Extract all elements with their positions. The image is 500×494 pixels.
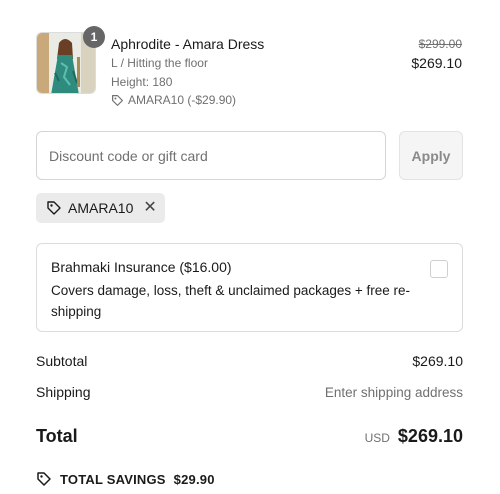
product-variant: L / Hitting the floor bbox=[111, 56, 208, 70]
shipping-value: Enter shipping address bbox=[324, 384, 463, 400]
cart-line-item: 1 Aphrodite - Amara Dress L / Hitting th… bbox=[36, 26, 464, 112]
price-original: $299.00 bbox=[418, 37, 462, 51]
insurance-option[interactable]: Brahmaki Insurance ($16.00) Covers damag… bbox=[36, 243, 463, 332]
tag-icon bbox=[112, 94, 123, 106]
price-final: $269.10 bbox=[411, 55, 462, 71]
currency-code: USD bbox=[364, 431, 390, 445]
tag-icon bbox=[47, 201, 61, 215]
insurance-checkbox[interactable] bbox=[430, 260, 448, 278]
subtotal-row: Subtotal $269.10 bbox=[36, 353, 463, 369]
applied-discount-tag: AMARA10 ✕ bbox=[36, 193, 165, 223]
remove-discount-close-icon[interactable]: ✕ bbox=[143, 200, 156, 216]
total-amount: USD $269.10 bbox=[365, 426, 463, 447]
discount-code-input[interactable] bbox=[36, 131, 386, 180]
total-value: $269.10 bbox=[397, 426, 463, 446]
insurance-title: Brahmaki Insurance ($16.00) bbox=[51, 259, 232, 275]
shipping-label: Shipping bbox=[36, 384, 91, 400]
product-name: Aphrodite - Amara Dress bbox=[111, 36, 265, 52]
tag-icon bbox=[37, 472, 51, 486]
subtotal-label: Subtotal bbox=[36, 353, 88, 369]
applied-discount-code: AMARA10 bbox=[68, 200, 134, 216]
total-savings: TOTAL SAVINGS $29.90 bbox=[36, 471, 215, 487]
savings-label: TOTAL SAVINGS bbox=[60, 471, 166, 487]
line-item-discount: AMARA10 (-$29.90) bbox=[111, 93, 236, 107]
subtotal-value: $269.10 bbox=[412, 353, 463, 369]
shipping-row: Shipping Enter shipping address bbox=[36, 384, 463, 400]
apply-discount-button[interactable]: Apply bbox=[399, 131, 463, 180]
quantity-badge: 1 bbox=[83, 26, 105, 48]
total-row: Total USD $269.10 bbox=[36, 426, 463, 447]
savings-value: $29.90 bbox=[173, 471, 215, 487]
line-item-discount-label: AMARA10 (-$29.90) bbox=[128, 93, 237, 107]
total-label: Total bbox=[36, 426, 78, 446]
insurance-description: Covers damage, loss, theft & unclaimed p… bbox=[51, 283, 411, 319]
product-height: Height: 180 bbox=[111, 75, 173, 89]
